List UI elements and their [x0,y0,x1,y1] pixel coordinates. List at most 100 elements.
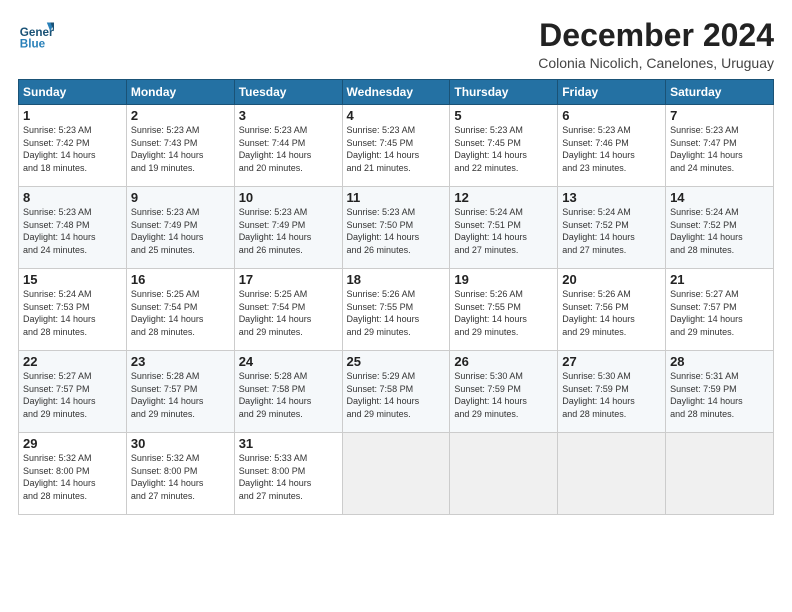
day-info: Sunrise: 5:30 AM Sunset: 7:59 PM Dayligh… [562,370,661,420]
calendar-cell-7: 7Sunrise: 5:23 AM Sunset: 7:47 PM Daylig… [666,105,774,187]
day-info: Sunrise: 5:24 AM Sunset: 7:52 PM Dayligh… [562,206,661,256]
calendar-cell-23: 23Sunrise: 5:28 AM Sunset: 7:57 PM Dayli… [126,351,234,433]
calendar: SundayMondayTuesdayWednesdayThursdayFrid… [18,79,774,515]
day-info: Sunrise: 5:24 AM Sunset: 7:51 PM Dayligh… [454,206,553,256]
day-number: 27 [562,354,661,369]
day-info: Sunrise: 5:24 AM Sunset: 7:52 PM Dayligh… [670,206,769,256]
day-number: 12 [454,190,553,205]
calendar-cell-3: 3Sunrise: 5:23 AM Sunset: 7:44 PM Daylig… [234,105,342,187]
day-number: 31 [239,436,338,451]
title-block: December 2024 Colonia Nicolich, Canelone… [538,18,774,71]
day-number: 8 [23,190,122,205]
svg-text:Blue: Blue [20,38,46,51]
day-number: 7 [670,108,769,123]
day-info: Sunrise: 5:23 AM Sunset: 7:48 PM Dayligh… [23,206,122,256]
day-number: 2 [131,108,230,123]
day-info: Sunrise: 5:25 AM Sunset: 7:54 PM Dayligh… [131,288,230,338]
day-number: 11 [347,190,446,205]
day-info: Sunrise: 5:26 AM Sunset: 7:56 PM Dayligh… [562,288,661,338]
calendar-cell-27: 27Sunrise: 5:30 AM Sunset: 7:59 PM Dayli… [558,351,666,433]
day-number: 1 [23,108,122,123]
weekday-header-friday: Friday [558,80,666,105]
empty-cell [450,433,558,515]
calendar-cell-8: 8Sunrise: 5:23 AM Sunset: 7:48 PM Daylig… [19,187,127,269]
day-number: 6 [562,108,661,123]
day-number: 23 [131,354,230,369]
day-info: Sunrise: 5:23 AM Sunset: 7:49 PM Dayligh… [239,206,338,256]
day-info: Sunrise: 5:25 AM Sunset: 7:54 PM Dayligh… [239,288,338,338]
logo: General Blue [18,18,58,54]
day-number: 10 [239,190,338,205]
day-info: Sunrise: 5:23 AM Sunset: 7:45 PM Dayligh… [347,124,446,174]
day-number: 30 [131,436,230,451]
weekday-header-sunday: Sunday [19,80,127,105]
day-number: 16 [131,272,230,287]
calendar-cell-5: 5Sunrise: 5:23 AM Sunset: 7:45 PM Daylig… [450,105,558,187]
day-number: 9 [131,190,230,205]
day-number: 3 [239,108,338,123]
calendar-cell-22: 22Sunrise: 5:27 AM Sunset: 7:57 PM Dayli… [19,351,127,433]
day-number: 13 [562,190,661,205]
day-info: Sunrise: 5:23 AM Sunset: 7:47 PM Dayligh… [670,124,769,174]
day-number: 21 [670,272,769,287]
calendar-cell-29: 29Sunrise: 5:32 AM Sunset: 8:00 PM Dayli… [19,433,127,515]
calendar-cell-28: 28Sunrise: 5:31 AM Sunset: 7:59 PM Dayli… [666,351,774,433]
calendar-cell-30: 30Sunrise: 5:32 AM Sunset: 8:00 PM Dayli… [126,433,234,515]
calendar-cell-12: 12Sunrise: 5:24 AM Sunset: 7:51 PM Dayli… [450,187,558,269]
month-title: December 2024 [538,18,774,53]
weekday-header-thursday: Thursday [450,80,558,105]
calendar-cell-26: 26Sunrise: 5:30 AM Sunset: 7:59 PM Dayli… [450,351,558,433]
day-info: Sunrise: 5:23 AM Sunset: 7:49 PM Dayligh… [131,206,230,256]
day-info: Sunrise: 5:26 AM Sunset: 7:55 PM Dayligh… [347,288,446,338]
day-number: 26 [454,354,553,369]
calendar-cell-15: 15Sunrise: 5:24 AM Sunset: 7:53 PM Dayli… [19,269,127,351]
empty-cell [342,433,450,515]
day-info: Sunrise: 5:28 AM Sunset: 7:57 PM Dayligh… [131,370,230,420]
day-info: Sunrise: 5:29 AM Sunset: 7:58 PM Dayligh… [347,370,446,420]
calendar-cell-17: 17Sunrise: 5:25 AM Sunset: 7:54 PM Dayli… [234,269,342,351]
day-number: 25 [347,354,446,369]
calendar-cell-13: 13Sunrise: 5:24 AM Sunset: 7:52 PM Dayli… [558,187,666,269]
day-number: 29 [23,436,122,451]
day-info: Sunrise: 5:23 AM Sunset: 7:44 PM Dayligh… [239,124,338,174]
calendar-cell-14: 14Sunrise: 5:24 AM Sunset: 7:52 PM Dayli… [666,187,774,269]
empty-cell [666,433,774,515]
day-info: Sunrise: 5:23 AM Sunset: 7:43 PM Dayligh… [131,124,230,174]
day-number: 28 [670,354,769,369]
weekday-header-wednesday: Wednesday [342,80,450,105]
day-info: Sunrise: 5:24 AM Sunset: 7:53 PM Dayligh… [23,288,122,338]
calendar-cell-20: 20Sunrise: 5:26 AM Sunset: 7:56 PM Dayli… [558,269,666,351]
day-number: 22 [23,354,122,369]
day-number: 4 [347,108,446,123]
calendar-cell-21: 21Sunrise: 5:27 AM Sunset: 7:57 PM Dayli… [666,269,774,351]
calendar-cell-10: 10Sunrise: 5:23 AM Sunset: 7:49 PM Dayli… [234,187,342,269]
day-number: 17 [239,272,338,287]
calendar-cell-18: 18Sunrise: 5:26 AM Sunset: 7:55 PM Dayli… [342,269,450,351]
day-number: 14 [670,190,769,205]
calendar-cell-2: 2Sunrise: 5:23 AM Sunset: 7:43 PM Daylig… [126,105,234,187]
day-number: 18 [347,272,446,287]
day-info: Sunrise: 5:31 AM Sunset: 7:59 PM Dayligh… [670,370,769,420]
calendar-cell-1: 1Sunrise: 5:23 AM Sunset: 7:42 PM Daylig… [19,105,127,187]
day-info: Sunrise: 5:23 AM Sunset: 7:42 PM Dayligh… [23,124,122,174]
day-number: 19 [454,272,553,287]
calendar-cell-16: 16Sunrise: 5:25 AM Sunset: 7:54 PM Dayli… [126,269,234,351]
weekday-header-saturday: Saturday [666,80,774,105]
day-info: Sunrise: 5:23 AM Sunset: 7:46 PM Dayligh… [562,124,661,174]
day-info: Sunrise: 5:26 AM Sunset: 7:55 PM Dayligh… [454,288,553,338]
day-number: 24 [239,354,338,369]
day-info: Sunrise: 5:27 AM Sunset: 7:57 PM Dayligh… [23,370,122,420]
day-info: Sunrise: 5:32 AM Sunset: 8:00 PM Dayligh… [131,452,230,502]
weekday-header-monday: Monday [126,80,234,105]
day-info: Sunrise: 5:27 AM Sunset: 7:57 PM Dayligh… [670,288,769,338]
calendar-cell-19: 19Sunrise: 5:26 AM Sunset: 7:55 PM Dayli… [450,269,558,351]
calendar-cell-24: 24Sunrise: 5:28 AM Sunset: 7:58 PM Dayli… [234,351,342,433]
day-info: Sunrise: 5:23 AM Sunset: 7:45 PM Dayligh… [454,124,553,174]
day-info: Sunrise: 5:30 AM Sunset: 7:59 PM Dayligh… [454,370,553,420]
calendar-cell-11: 11Sunrise: 5:23 AM Sunset: 7:50 PM Dayli… [342,187,450,269]
weekday-header-tuesday: Tuesday [234,80,342,105]
day-info: Sunrise: 5:23 AM Sunset: 7:50 PM Dayligh… [347,206,446,256]
day-info: Sunrise: 5:33 AM Sunset: 8:00 PM Dayligh… [239,452,338,502]
day-info: Sunrise: 5:28 AM Sunset: 7:58 PM Dayligh… [239,370,338,420]
day-number: 15 [23,272,122,287]
